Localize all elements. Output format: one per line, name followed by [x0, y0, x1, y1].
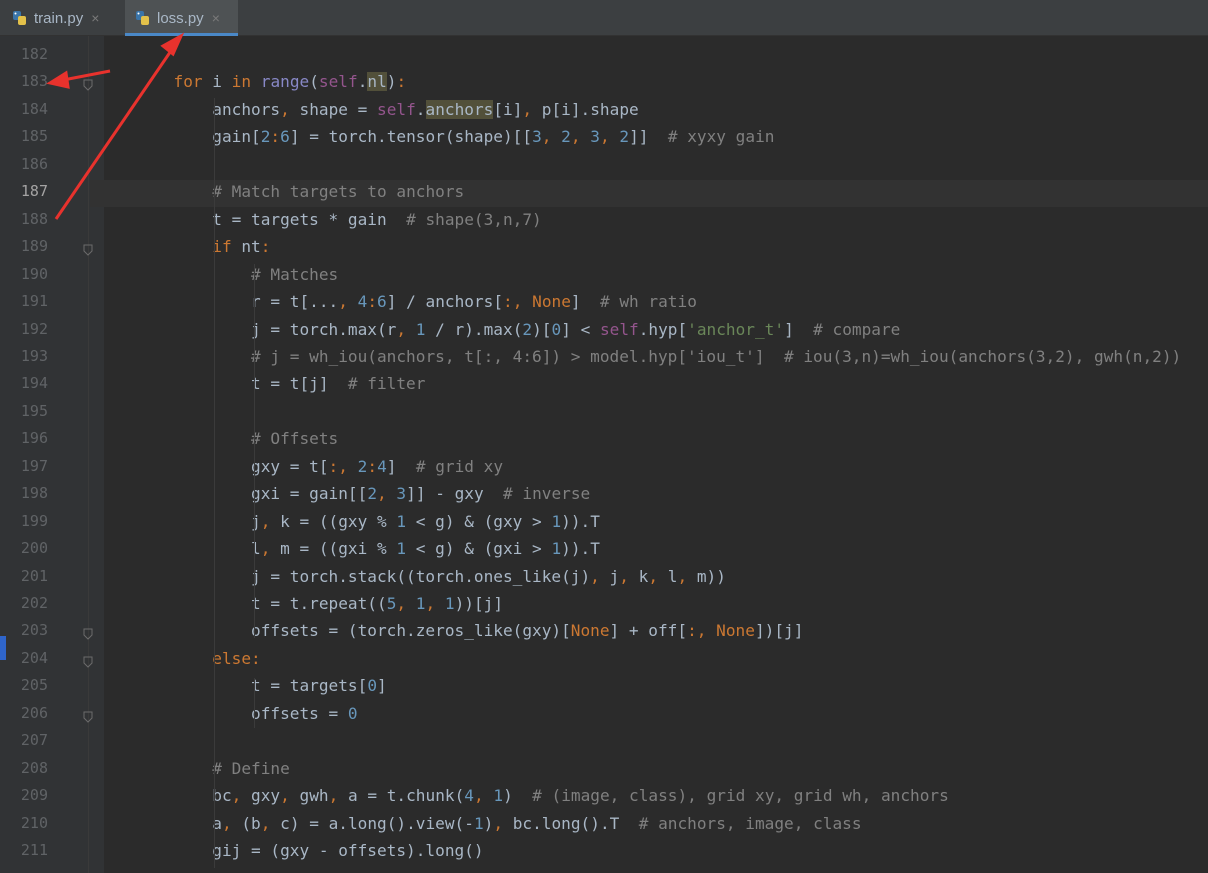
line-number: 211 — [20, 841, 48, 860]
code-line[interactable]: gxy = t[:, 2:4] # grid xy — [96, 453, 503, 480]
code-line[interactable]: r = t[..., 4:6] / anchors[:, None] # wh … — [96, 288, 697, 315]
fold-marker-icon[interactable] — [83, 708, 93, 723]
line-number: 189 — [20, 237, 48, 256]
code-line[interactable]: j = torch.stack((torch.ones_like(j), j, … — [96, 563, 726, 590]
code-line[interactable]: # Offsets — [96, 425, 338, 452]
line-number: 201 — [20, 566, 48, 585]
indent-guide — [254, 264, 255, 638]
line-number: 184 — [20, 99, 48, 118]
fold-marker-icon[interactable] — [83, 625, 93, 641]
tab-train-py[interactable]: train.py × — [12, 0, 122, 36]
fold-marker-icon[interactable] — [83, 241, 93, 256]
line-number: 210 — [20, 813, 48, 832]
code-line[interactable]: t = targets[0] — [96, 672, 387, 699]
line-number: 186 — [20, 154, 48, 173]
line-number: 190 — [20, 264, 48, 283]
line-number: 195 — [20, 401, 48, 420]
line-number: 183 — [20, 72, 48, 91]
line-number: 193 — [20, 346, 48, 365]
line-number: 196 — [20, 429, 48, 448]
code-line[interactable]: t = targets * gain # shape(3,n,7) — [96, 206, 541, 233]
code-line[interactable]: l, m = ((gxi % 1 < g) & (gxi > 1)).T — [96, 535, 600, 562]
code-line[interactable]: # Match targets to anchors — [96, 178, 464, 205]
code-line[interactable]: anchors, shape = self.anchors[i], p[i].s… — [96, 96, 639, 123]
code-line[interactable]: bc, gxy, gwh, a = t.chunk(4, 1) # (image… — [96, 782, 949, 809]
code-line[interactable]: # j = wh_iou(anchors, t[:, 4:6]) > model… — [96, 343, 1181, 370]
tab-label: train.py — [34, 9, 84, 27]
line-number: 202 — [20, 594, 48, 612]
line-number: 206 — [20, 703, 48, 722]
code-line[interactable]: offsets = 0 — [96, 700, 358, 727]
indent-guide — [214, 98, 215, 868]
code-line[interactable]: offsets = (torch.zeros_like(gxy)[None] +… — [96, 617, 803, 644]
line-number: 198 — [20, 484, 48, 503]
code-line[interactable]: a, (b, c) = a.long().view(-1), bc.long()… — [96, 810, 861, 837]
editor-tab-bar: train.py × loss.py × — [0, 0, 1208, 36]
line-number: 191 — [20, 292, 48, 311]
tab-label: loss.py — [157, 9, 204, 27]
code-line[interactable]: t = t.repeat((5, 1, 1))[j] — [96, 590, 503, 617]
line-number: 199 — [20, 511, 48, 530]
python-file-icon — [13, 11, 26, 25]
indent-guide — [254, 678, 255, 728]
line-number: 187 — [20, 182, 48, 201]
code-line[interactable]: gxi = gain[[2, 3]] - gxy # inverse — [96, 480, 590, 507]
line-number: 209 — [20, 786, 48, 805]
line-number: 182 — [20, 45, 48, 63]
gutter-separator — [88, 36, 89, 873]
code-line[interactable]: gij = (gxy - offsets).long() — [96, 837, 483, 864]
line-number: 200 — [20, 539, 48, 558]
line-number: 205 — [20, 676, 48, 695]
line-number: 207 — [20, 731, 48, 750]
line-number: 204 — [20, 648, 48, 667]
line-number: 194 — [20, 374, 48, 393]
fold-marker-icon[interactable] — [83, 653, 93, 668]
code-line[interactable]: gain[2:6] = torch.tensor(shape)[[3, 2, 3… — [96, 123, 774, 150]
line-number: 197 — [20, 456, 48, 475]
code-line[interactable]: j, k = ((gxy % 1 < g) & (gxy > 1)).T — [96, 508, 600, 535]
line-number: 185 — [20, 127, 48, 146]
code-line[interactable]: # Matches — [96, 261, 338, 288]
line-number: 203 — [20, 621, 48, 640]
tab-loss-py[interactable]: loss.py × — [125, 0, 238, 36]
code-line[interactable]: t = t[j] # filter — [96, 370, 425, 397]
close-icon[interactable]: × — [212, 10, 220, 26]
code-line[interactable]: if nt: — [96, 233, 270, 260]
line-number: 188 — [20, 209, 48, 228]
code-line[interactable]: for i in range(self.nl): — [96, 68, 406, 95]
code-line[interactable]: j = torch.max(r, 1 / r).max(2)[0] < self… — [96, 316, 900, 343]
close-icon[interactable]: × — [91, 10, 99, 26]
line-number: 208 — [20, 758, 48, 777]
code-line[interactable]: else: — [96, 645, 260, 672]
code-line[interactable]: # Define — [96, 755, 290, 782]
python-file-icon — [136, 11, 149, 25]
fold-marker-icon[interactable] — [83, 76, 93, 92]
line-number: 192 — [20, 319, 48, 338]
